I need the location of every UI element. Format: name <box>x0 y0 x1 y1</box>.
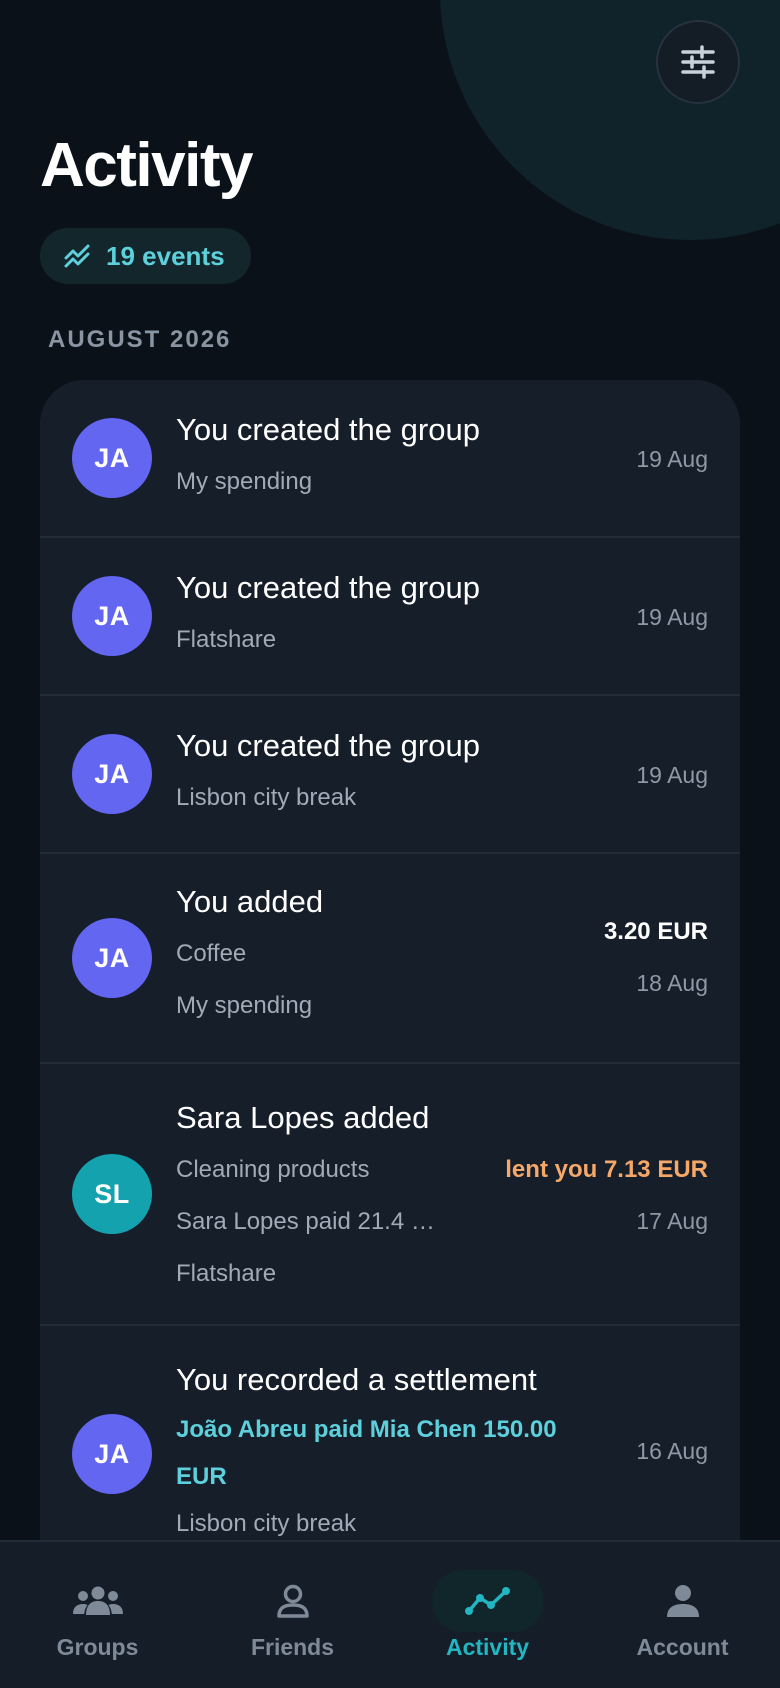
trending-icon <box>64 244 90 268</box>
activity-date: 19 Aug <box>636 446 708 472</box>
nav-label: Activity <box>445 1634 530 1660</box>
activity-date: 19 Aug <box>636 604 708 630</box>
activity-expense: Cleaning products <box>176 1156 370 1183</box>
activity-group: My spending <box>176 992 313 1019</box>
events-count-badge: 19 events <box>40 228 251 284</box>
nav-tab-groups[interactable]: Groups <box>0 1542 195 1688</box>
sliders-icon <box>681 45 715 79</box>
groups-icon <box>72 1586 123 1615</box>
bottom-navigation: Groups Friends Activity Account <box>0 1540 780 1688</box>
nav-label: Groups <box>56 1634 139 1660</box>
activity-title: You recorded a settlement <box>176 1362 537 1397</box>
activity-date: 17 Aug <box>636 1208 708 1234</box>
activity-item[interactable]: JA You created the group Flatshare 19 Au… <box>40 538 740 696</box>
avatar: JA <box>72 734 152 814</box>
settlement-detail: João Abreu paid Mia Chen 150.00 EUR <box>176 1416 557 1490</box>
activity-group: Lisbon city break <box>176 1510 357 1537</box>
activity-item[interactable]: SL Sara Lopes added Cleaning products Sa… <box>40 1064 740 1326</box>
activity-group: My spending <box>176 468 313 495</box>
nav-tab-account[interactable]: Account <box>585 1542 780 1688</box>
activity-icon <box>464 1587 510 1615</box>
friend-icon <box>276 1584 309 1618</box>
activity-item[interactable]: JA You added Coffee My spending 3.20 EUR… <box>40 854 740 1064</box>
activity-date: 19 Aug <box>636 762 708 788</box>
avatar: SL <box>72 1154 152 1234</box>
activity-screen: Activity 19 events AUGUST 2026 JA You cr… <box>0 0 780 1688</box>
nav-label: Friends <box>250 1634 335 1660</box>
activity-title: You created the group <box>176 728 480 763</box>
activity-group: Lisbon city break <box>176 784 357 811</box>
nav-tab-activity[interactable]: Activity <box>390 1542 585 1688</box>
activity-title: You created the group <box>176 570 480 605</box>
activity-group: Flatshare <box>176 1260 277 1287</box>
activity-group: Flatshare <box>176 626 277 653</box>
activity-title: You added <box>176 884 324 919</box>
activity-title: Sara Lopes added <box>176 1100 430 1135</box>
avatar: JA <box>72 418 152 498</box>
account-icon <box>666 1585 699 1617</box>
events-count-text: 19 events <box>106 240 225 271</box>
filter-button[interactable] <box>656 20 740 104</box>
activity-list: JA You created the group My spending 19 … <box>40 380 740 1600</box>
activity-item[interactable]: JA You created the group My spending 19 … <box>40 380 740 538</box>
activity-detail: Sara Lopes paid 21.4 … <box>176 1208 435 1235</box>
activity-item[interactable]: JA You created the group Lisbon city bre… <box>40 696 740 854</box>
activity-date: 16 Aug <box>636 1438 708 1464</box>
activity-amount: 3.20 EUR <box>603 918 708 945</box>
page-title: Activity <box>40 131 253 200</box>
activity-amount: lent you 7.13 EUR <box>505 1156 708 1183</box>
nav-label: Account <box>636 1634 729 1660</box>
nav-tab-friends[interactable]: Friends <box>195 1542 390 1688</box>
avatar: JA <box>72 1414 152 1494</box>
activity-date: 18 Aug <box>636 970 708 996</box>
avatar: JA <box>72 576 152 656</box>
avatar: JA <box>72 918 152 998</box>
activity-expense: Coffee <box>176 940 247 967</box>
month-section-label: AUGUST 2026 <box>48 326 232 353</box>
activity-title: You created the group <box>176 412 480 447</box>
